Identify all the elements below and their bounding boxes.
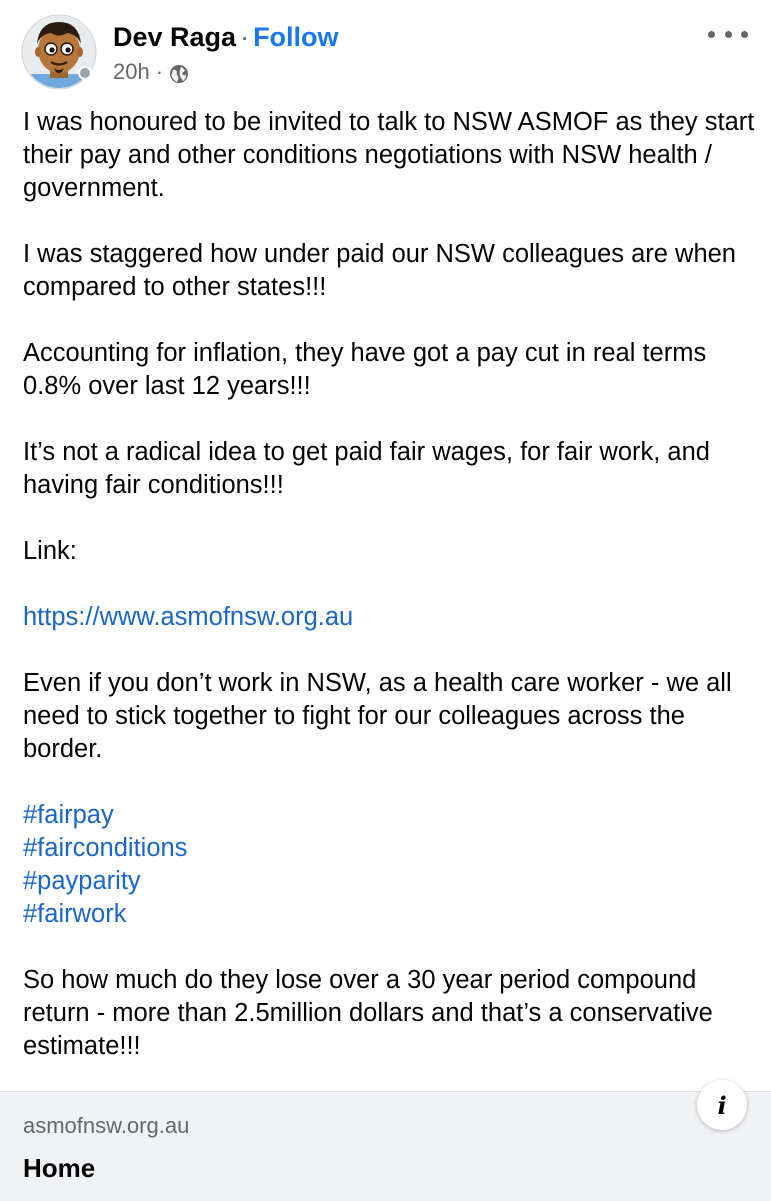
more-dot bbox=[708, 30, 715, 38]
hashtag-link[interactable]: #payparity bbox=[23, 865, 758, 898]
post-meta: 20h · bbox=[113, 57, 189, 87]
link-preview-domain: asmofnsw.org.au bbox=[23, 1113, 190, 1138]
name-separator: · bbox=[240, 22, 250, 52]
meta-separator: · bbox=[155, 59, 164, 84]
globe-icon[interactable] bbox=[169, 62, 189, 83]
info-icon[interactable]: i bbox=[697, 1080, 747, 1130]
post-timestamp[interactable]: 20h bbox=[113, 57, 150, 87]
post-header: Dev Raga · Follow 20h · bbox=[0, 0, 771, 100]
more-dots-icon[interactable] bbox=[708, 24, 748, 44]
link-preview-card[interactable]: asmofnsw.org.au Home bbox=[0, 1091, 771, 1201]
author-line: Dev Raga · Follow bbox=[113, 20, 339, 54]
post-paragraph: Even if you don’t work in NSW, as a heal… bbox=[23, 669, 732, 763]
post-paragraph: I was honoured to be invited to talk to … bbox=[23, 108, 755, 202]
more-dot bbox=[724, 30, 732, 38]
hashtag-list: #fairpay #fairconditions #payparity #fai… bbox=[23, 799, 758, 931]
post-paragraph: So how much do they lose over a 30 year … bbox=[23, 966, 713, 1060]
hashtag-link[interactable]: #fairwork bbox=[23, 898, 758, 931]
link-preview-title: Home bbox=[23, 1153, 96, 1183]
hashtag-link[interactable]: #fairconditions bbox=[23, 832, 758, 865]
post-link[interactable]: https://www.asmofnsw.org.au bbox=[23, 603, 353, 631]
post-paragraph: Accounting for inflation, they have got … bbox=[23, 339, 707, 400]
presence-indicator bbox=[78, 66, 92, 80]
more-dot bbox=[741, 30, 748, 38]
post-paragraph: I was staggered how under paid our NSW c… bbox=[23, 240, 736, 301]
post-link-wrapper: https://www.asmofnsw.org.au bbox=[23, 601, 758, 634]
follow-button[interactable]: Follow bbox=[253, 22, 338, 52]
hashtag-link[interactable]: #fairpay bbox=[23, 799, 758, 832]
post-text: I was honoured to be invited to talk to … bbox=[23, 106, 758, 1063]
post-paragraph: It’s not a radical idea to get paid fair… bbox=[23, 438, 710, 499]
link-label: Link: bbox=[23, 537, 77, 565]
author-name[interactable]: Dev Raga bbox=[113, 22, 236, 52]
